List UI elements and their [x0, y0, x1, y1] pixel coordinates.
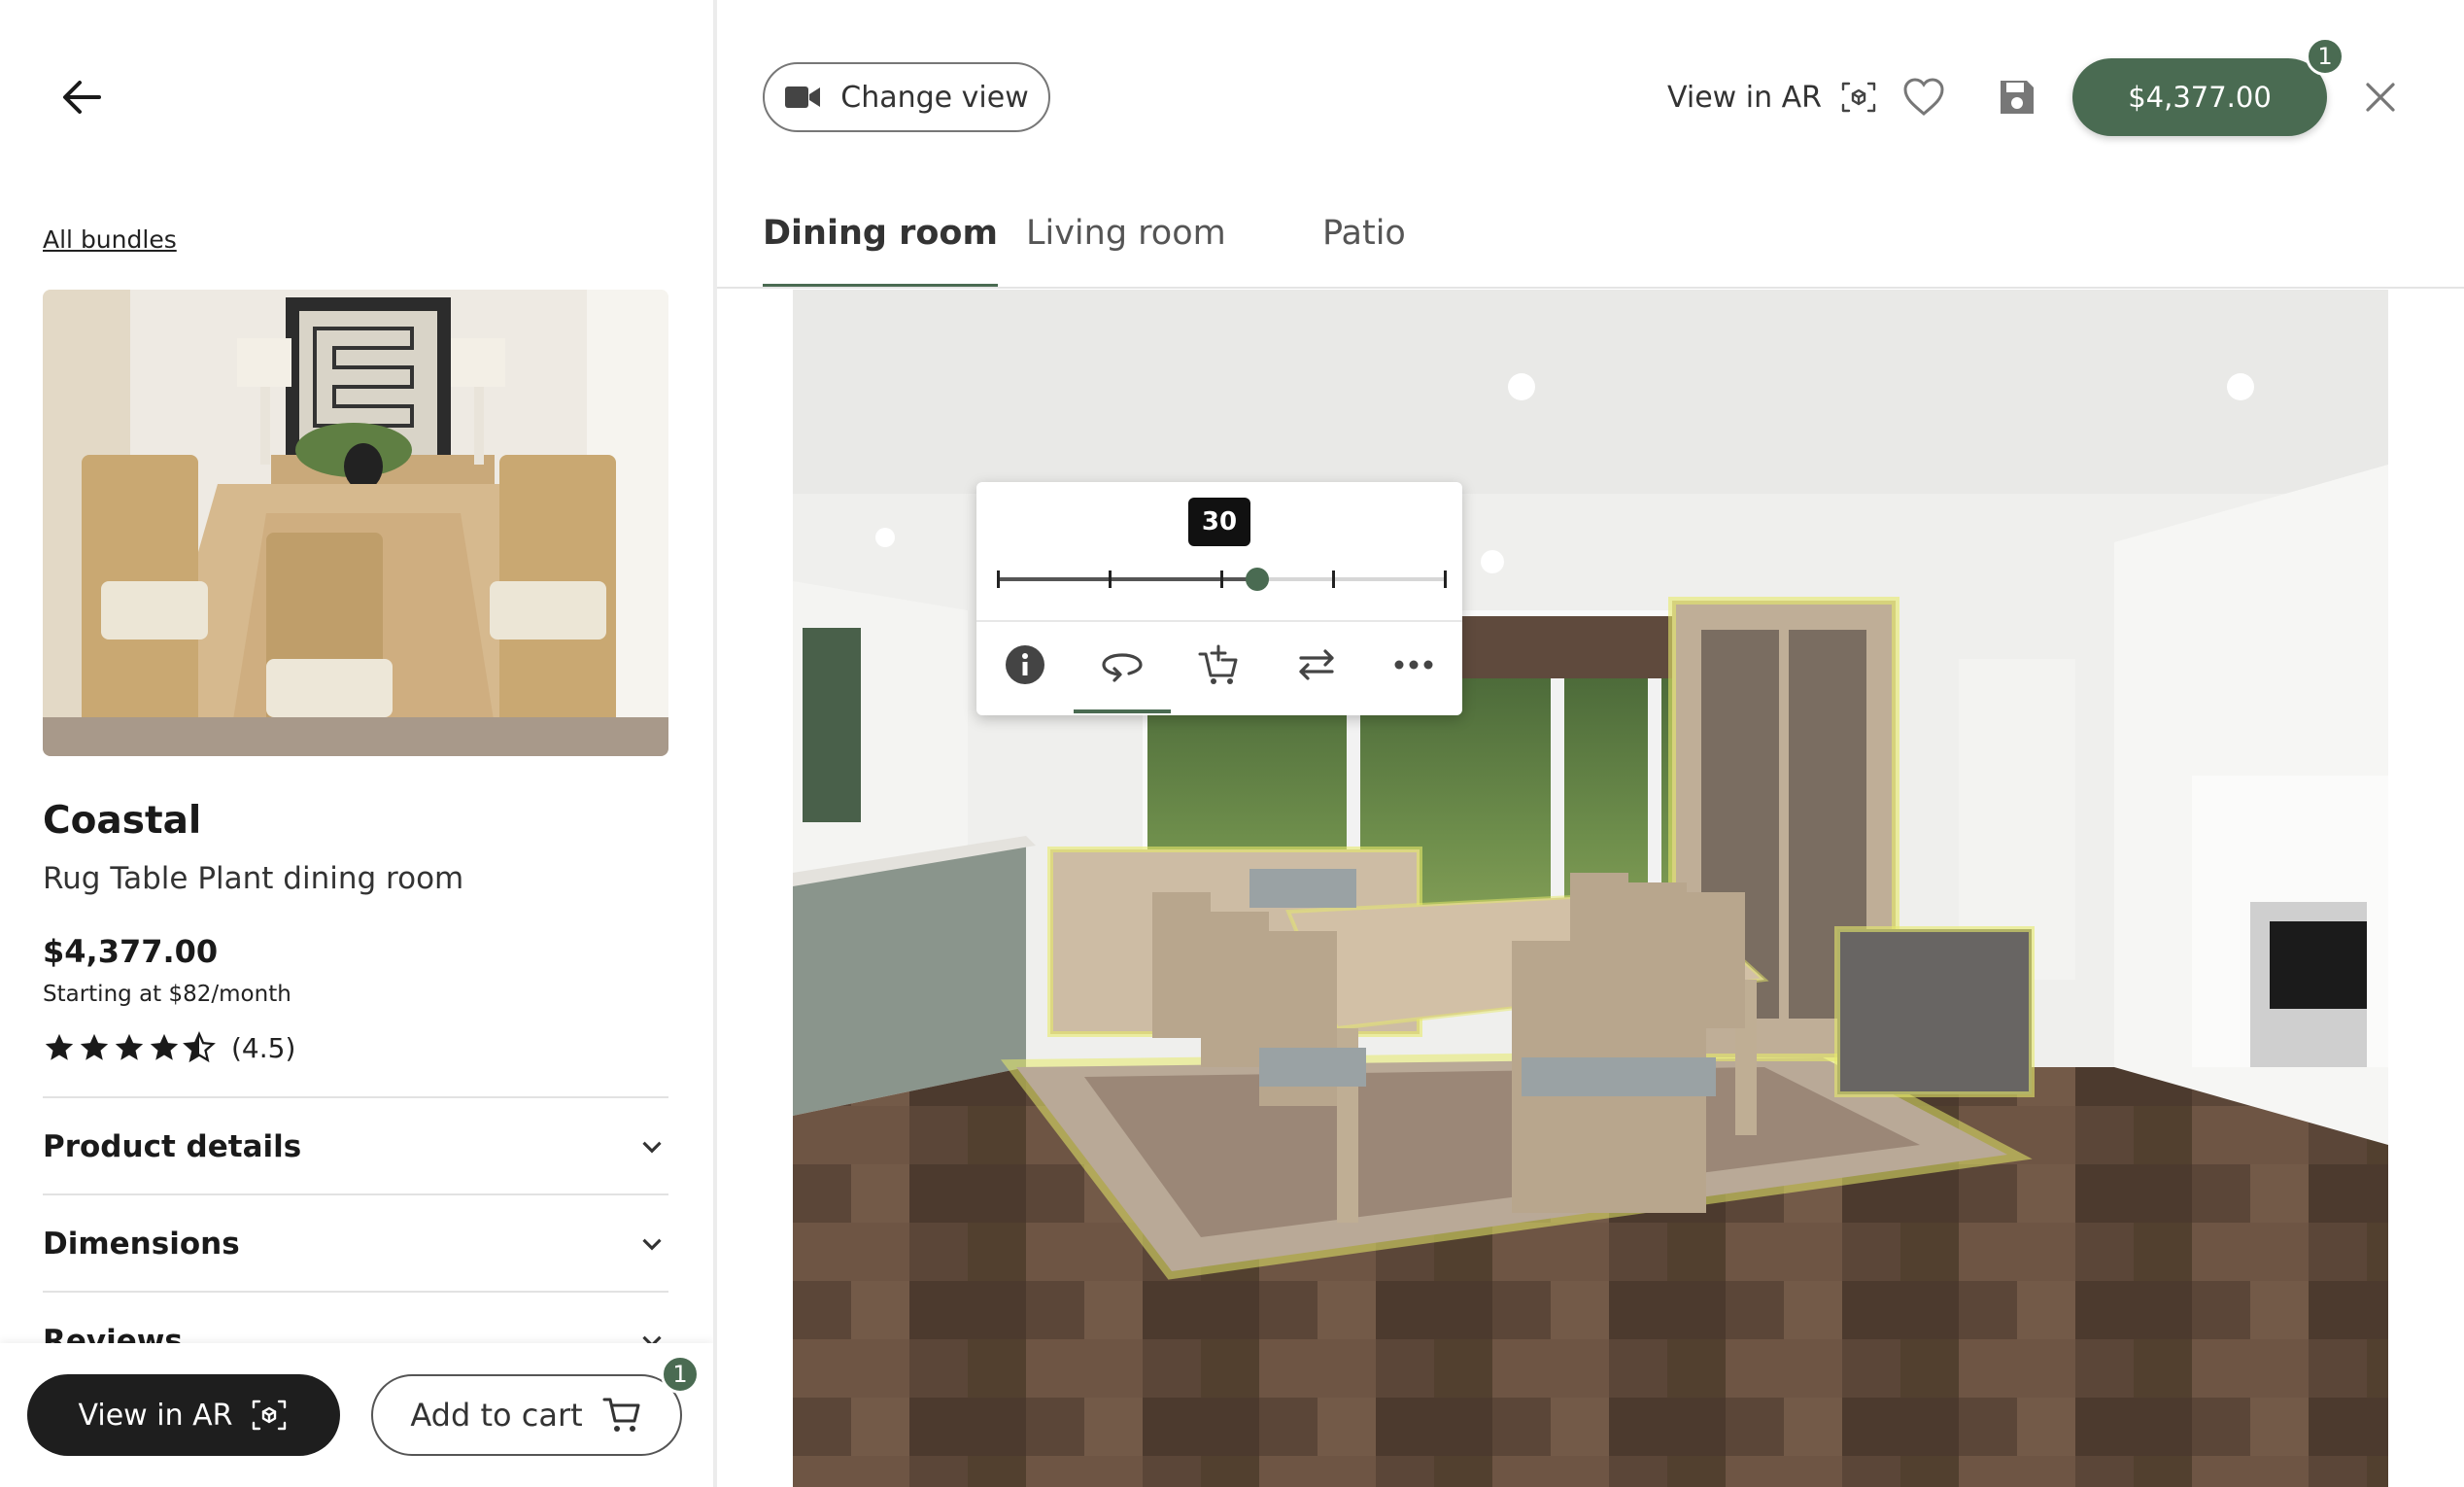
- swap-icon: [1299, 649, 1334, 680]
- slider-thumb[interactable]: [1245, 568, 1269, 591]
- accordion-title: Product details: [43, 1129, 302, 1164]
- add-to-cart-icon: [1198, 644, 1238, 684]
- bundle-subtitle: Rug Table Plant dining room: [43, 861, 464, 896]
- slider-tick: [1109, 571, 1112, 588]
- ar-cube-icon: [253, 1400, 287, 1431]
- cart-total-button[interactable]: $4,377.00: [2072, 58, 2327, 136]
- accordion-title: Dimensions: [43, 1227, 240, 1262]
- view-in-ar-link[interactable]: View in AR: [1667, 76, 1878, 119]
- chevron-down-icon: [642, 1141, 662, 1154]
- arrow-left-icon: [63, 81, 101, 114]
- popup-divider: [976, 620, 1462, 622]
- room-3d-viewer[interactable]: [793, 290, 2388, 1487]
- rotation-slider[interactable]: [997, 568, 1447, 591]
- view-in-ar-button[interactable]: View in AR: [27, 1374, 340, 1456]
- cart-badge: 1: [661, 1355, 700, 1394]
- add-item-to-cart-button[interactable]: [1192, 638, 1247, 692]
- bundle-monthly-price: Starting at $82/month: [43, 982, 291, 1007]
- slider-tick: [997, 571, 1000, 588]
- rotate-icon: [1102, 653, 1143, 682]
- star-half-icon: [183, 1031, 216, 1063]
- bundle-detail-panel: All bundles Coastal Rug Table Plant dini…: [0, 0, 715, 1487]
- accordion-product-details[interactable]: Product details: [43, 1098, 668, 1195]
- all-bundles-link[interactable]: All bundles: [43, 225, 177, 254]
- change-view-button[interactable]: Change view: [763, 62, 1050, 132]
- video-camera-icon: [785, 86, 821, 108]
- view-in-ar-label: View in AR: [1667, 80, 1822, 115]
- cart-count-badge: 1: [2306, 37, 2344, 76]
- slider-tick: [1220, 571, 1223, 588]
- panel-divider: [713, 0, 717, 1487]
- bundle-price: $4,377.00: [43, 933, 219, 970]
- bundle-name: Coastal: [43, 799, 202, 843]
- star-icon: [150, 1033, 179, 1060]
- star-icon: [115, 1033, 144, 1060]
- star-icon: [45, 1033, 74, 1060]
- add-to-cart-label: Add to cart: [410, 1397, 583, 1434]
- tab-patio[interactable]: Patio: [1322, 214, 1406, 288]
- cart-icon: [602, 1398, 640, 1432]
- close-icon: [2366, 83, 2395, 112]
- info-icon: [1006, 645, 1044, 684]
- tabs-divider: [717, 287, 2464, 289]
- heart-icon: [1903, 78, 1944, 116]
- star-icon: [80, 1033, 109, 1060]
- swap-button[interactable]: [1289, 638, 1344, 692]
- back-button[interactable]: [52, 68, 111, 126]
- item-toolbar-popup: 30: [976, 482, 1462, 715]
- chevron-down-icon: [642, 1238, 662, 1251]
- slider-tick: [1332, 571, 1335, 588]
- slider-tick: [1444, 571, 1447, 588]
- tab-living-room[interactable]: Living room: [1026, 214, 1226, 288]
- bundle-thumbnail: [43, 290, 668, 756]
- change-view-label: Change view: [840, 80, 1029, 115]
- rating-value: (4.5): [231, 1031, 296, 1064]
- slider-fill: [998, 577, 1257, 581]
- tab-dining-room[interactable]: Dining room: [763, 214, 998, 288]
- rotate-button[interactable]: [1095, 638, 1149, 692]
- add-to-cart-button[interactable]: Add to cart: [371, 1374, 682, 1456]
- active-tool-indicator: [1074, 709, 1171, 713]
- floppy-disk-icon: [2001, 81, 2034, 114]
- rating: (4.5): [43, 1028, 295, 1067]
- accordion-dimensions[interactable]: Dimensions: [43, 1195, 668, 1293]
- save-button[interactable]: [1990, 70, 2044, 124]
- close-button[interactable]: [2353, 70, 2408, 124]
- view-in-ar-label: View in AR: [78, 1398, 233, 1433]
- ar-cube-icon: [1841, 82, 1876, 113]
- bottom-action-bar: View in AR Add to cart 1: [0, 1343, 713, 1487]
- info-button[interactable]: [998, 638, 1052, 692]
- slider-value-tooltip: 30: [1188, 498, 1250, 546]
- more-options-button[interactable]: [1386, 638, 1441, 692]
- more-icon: [1394, 660, 1433, 670]
- favorite-button[interactable]: [1897, 70, 1951, 124]
